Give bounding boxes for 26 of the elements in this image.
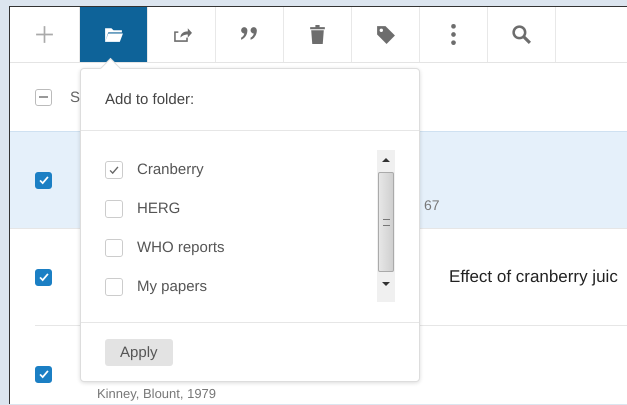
folder-checkbox[interactable] [105, 160, 123, 178]
row-checkbox[interactable] [35, 268, 52, 286]
row-checkbox[interactable] [35, 366, 52, 382]
toolbar-button[interactable] [80, 7, 148, 62]
paper-title[interactable]: Effect of cranberry juic [449, 267, 618, 287]
plus-icon [34, 24, 55, 45]
trash-icon [307, 24, 328, 45]
scrollbar[interactable] [377, 150, 395, 302]
folder-checkbox[interactable] [105, 278, 123, 296]
folder-checkbox[interactable] [105, 200, 123, 218]
folder-label[interactable]: My papers [137, 278, 208, 295]
select-all-checkbox[interactable] [35, 88, 52, 106]
folder-label[interactable]: HERG [137, 200, 180, 217]
apply-button[interactable]: Apply [105, 338, 173, 366]
folder-label[interactable]: WHO reports [137, 239, 225, 256]
paper-details: Kinney, Blount, 1979 [97, 386, 216, 401]
paper-details: 67 [424, 197, 440, 213]
more-icon [451, 24, 456, 45]
column-label: S [70, 88, 80, 106]
row-checkbox[interactable] [35, 172, 52, 188]
folder-checkbox[interactable] [105, 238, 123, 256]
folder-label[interactable]: Cranberry [137, 161, 204, 178]
tag-icon [375, 24, 396, 45]
popover-title: Add to folder: [81, 69, 419, 131]
search-icon [511, 24, 532, 45]
minus-icon [39, 96, 48, 98]
